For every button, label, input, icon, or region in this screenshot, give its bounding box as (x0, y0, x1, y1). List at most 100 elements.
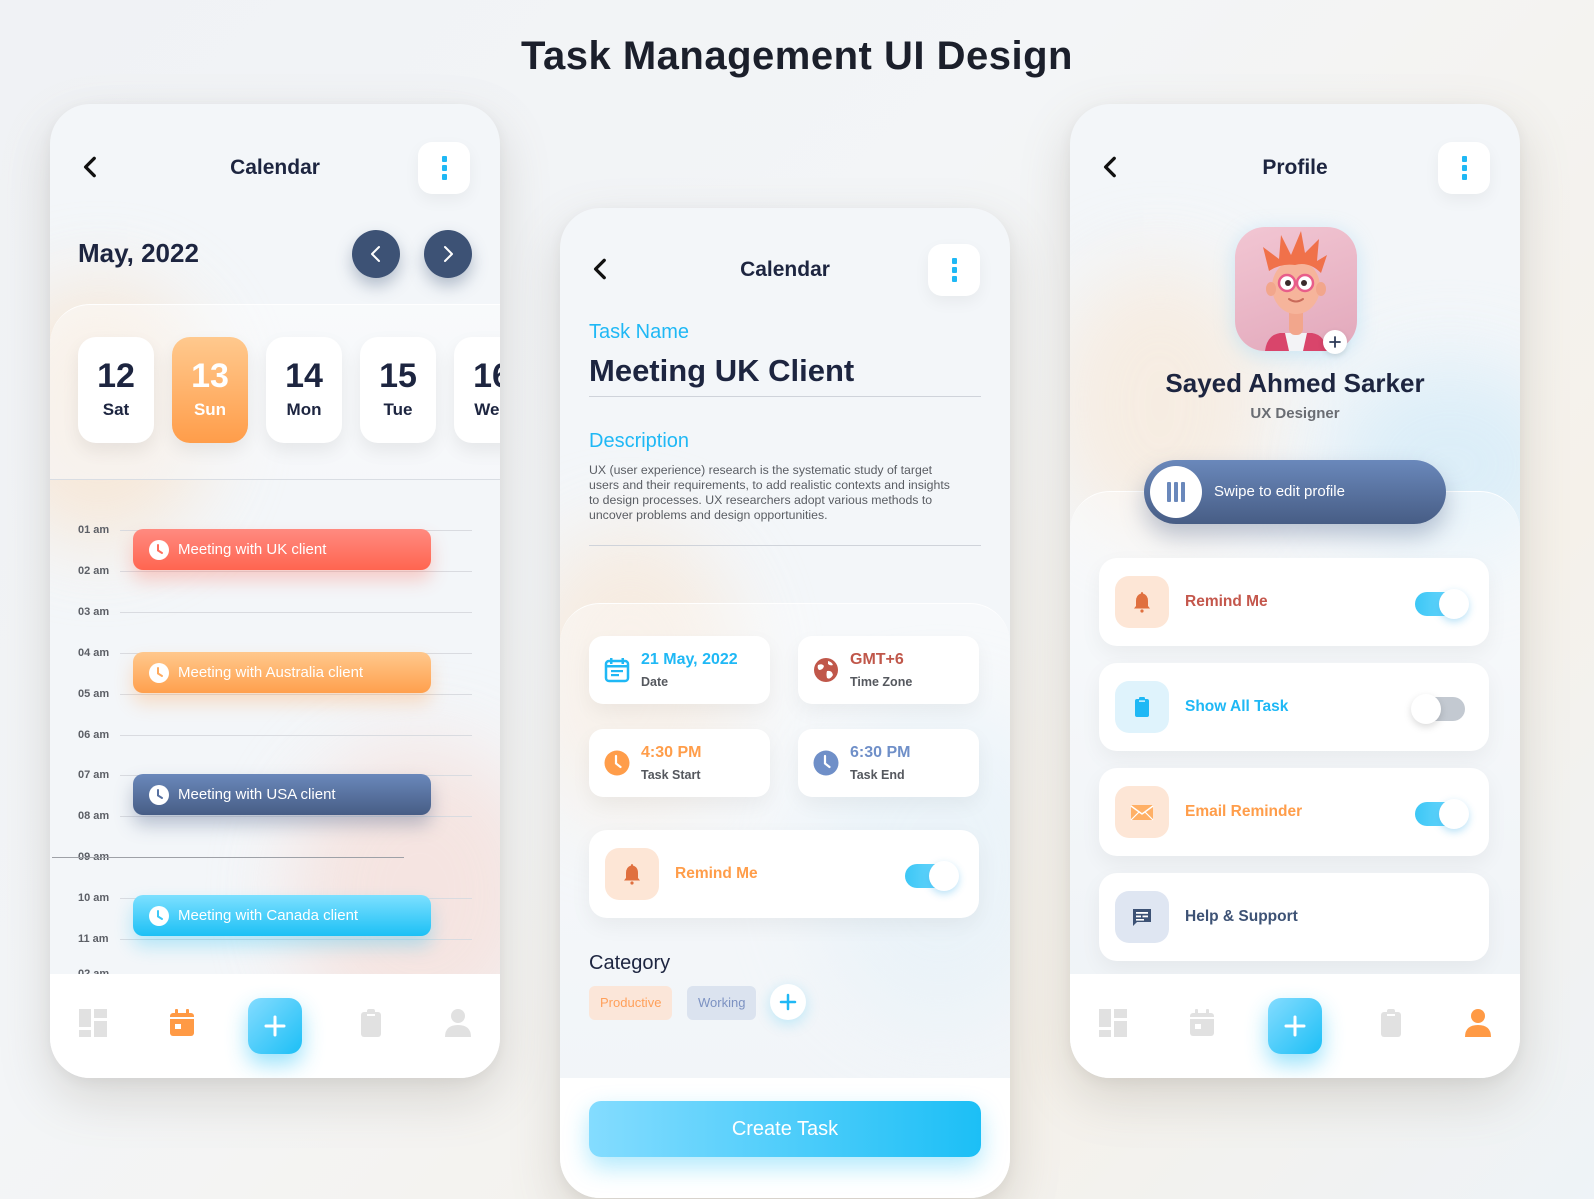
clock-icon (149, 662, 169, 683)
remind-me-toggle[interactable] (1415, 589, 1469, 619)
icon-tile (1115, 786, 1169, 838)
description-underline (589, 545, 981, 546)
profile-role: UX Designer (1250, 405, 1340, 422)
remind-me-row: Remind Me (589, 830, 979, 918)
show-all-task-toggle[interactable] (1411, 694, 1465, 724)
date-card[interactable]: 14 Mon (266, 337, 342, 443)
category-chip-working[interactable]: Working (687, 986, 757, 1020)
event-item[interactable]: Meeting with USA client (133, 774, 431, 815)
add-task-button[interactable] (1268, 998, 1322, 1054)
hour-line (120, 735, 472, 736)
nav-calendar[interactable] (1187, 1008, 1217, 1038)
timezone-value: GMT+6 (850, 651, 904, 668)
chat-icon (1133, 909, 1151, 926)
date-weekday: Sat (102, 400, 130, 419)
more-options-button[interactable] (418, 142, 470, 194)
setting-label: Remind Me (1185, 593, 1268, 610)
setting-remind-me[interactable]: Remind Me (1099, 558, 1489, 646)
date-strip: 12 Sat 13 Sun 14 Mon 15 Tue 16 Wed (78, 337, 500, 443)
date-weekday: Sun (193, 400, 227, 419)
event-item[interactable]: Meeting with Canada client (133, 895, 431, 936)
date-label: Date (641, 675, 669, 689)
hour-line (120, 694, 472, 695)
remind-me-toggle[interactable] (905, 861, 959, 891)
hour-line (120, 612, 472, 613)
event-item[interactable]: Meeting with UK client (133, 529, 431, 570)
date-value: 21 May, 2022 (641, 651, 738, 668)
swipe-to-edit-slider[interactable]: Swipe to edit profile (1144, 460, 1446, 524)
plus-icon (779, 993, 797, 1011)
profile-name: Sayed Ahmed Sarker (1165, 368, 1425, 398)
hour-label: 03 am (78, 606, 110, 618)
mail-icon (1130, 805, 1154, 821)
more-options-button[interactable] (928, 244, 980, 296)
date-card-selected[interactable]: 13 Sun (172, 337, 248, 443)
plus-icon (264, 1015, 286, 1037)
category-chip-productive[interactable]: Productive (589, 986, 673, 1020)
hour-label: 01 am (78, 524, 110, 536)
hour-line (120, 939, 472, 940)
setting-show-all-task[interactable]: Show All Task (1099, 663, 1489, 751)
setting-help-support[interactable]: Help & Support (1099, 873, 1489, 961)
nav-tasks[interactable] (356, 1008, 386, 1038)
clipboard-icon (1135, 697, 1149, 717)
hour-label: 06 am (78, 729, 110, 741)
event-item[interactable]: Meeting with Australia client (133, 652, 431, 693)
nav-profile[interactable] (1463, 1008, 1493, 1038)
current-time-line (52, 857, 404, 858)
chevron-left-icon (371, 246, 380, 262)
toggle-knob (1439, 799, 1469, 829)
create-task-button[interactable]: Create Task (589, 1101, 981, 1157)
hour-label: 02 am (78, 565, 110, 577)
timezone-card[interactable]: GMT+6 Time Zone (798, 636, 979, 704)
date-weekday: Tue (383, 400, 413, 419)
hour-label: 10 am (78, 892, 110, 904)
date-number: 14 (285, 357, 323, 395)
month-selector: May, 2022 (78, 230, 472, 278)
dashboard-icon (1099, 1009, 1127, 1037)
nav-calendar[interactable] (167, 1008, 197, 1038)
divider (50, 479, 500, 480)
toggle-knob (1439, 589, 1469, 619)
nav-tasks[interactable] (1376, 1008, 1406, 1038)
timeline[interactable]: 01 am 02 am 03 am 04 am 05 am 06 am 07 a… (50, 519, 500, 980)
date-number: 12 (97, 357, 135, 395)
date-card[interactable]: 21 May, 2022 Date (589, 636, 770, 704)
setting-label: Help & Support (1185, 908, 1298, 925)
calendar-screen: Calendar May, 2022 12 Sat 13 Sun 14 Mon (50, 104, 500, 1078)
add-task-button[interactable] (248, 998, 302, 1054)
hour-line (120, 816, 472, 817)
task-start-card[interactable]: 4:30 PM Task Start (589, 729, 770, 797)
previous-month-button[interactable] (352, 230, 400, 278)
nav-profile[interactable] (443, 1008, 473, 1038)
nav-dashboard[interactable] (78, 1008, 108, 1038)
task-end-card[interactable]: 6:30 PM Task End (798, 729, 979, 797)
timezone-label: Time Zone (850, 675, 913, 689)
globe-icon (814, 658, 838, 682)
description-label: Description (589, 430, 690, 452)
date-card[interactable]: 15 Tue (360, 337, 436, 443)
date-card[interactable]: 16 Wed (454, 337, 500, 443)
clock-icon (813, 750, 839, 776)
bell-icon (1134, 592, 1150, 613)
bottom-nav (50, 974, 500, 1078)
date-number: 16 (473, 357, 500, 395)
add-category-button[interactable] (770, 984, 806, 1020)
date-weekday: Mon (286, 400, 322, 419)
task-name-underline (589, 396, 981, 397)
date-strip-container: 12 Sat 13 Sun 14 Mon 15 Tue 16 Wed (50, 304, 500, 480)
setting-label: Show All Task (1185, 698, 1289, 715)
task-start-value: 4:30 PM (641, 744, 702, 761)
setting-email-reminder[interactable]: Email Reminder (1099, 768, 1489, 856)
email-reminder-toggle[interactable] (1415, 799, 1469, 829)
nav-dashboard[interactable] (1098, 1008, 1128, 1038)
more-options-button[interactable] (1438, 142, 1490, 194)
task-name-input[interactable]: Meeting UK Client (589, 353, 854, 389)
date-number: 13 (191, 357, 229, 395)
change-avatar-button[interactable] (1323, 330, 1347, 354)
next-month-button[interactable] (424, 230, 472, 278)
description-input[interactable]: UX (user experience) research is the sys… (589, 463, 955, 523)
current-time-indicator: 09 am (52, 851, 472, 865)
date-card[interactable]: 12 Sat (78, 337, 154, 443)
swipe-handle[interactable] (1150, 466, 1202, 518)
